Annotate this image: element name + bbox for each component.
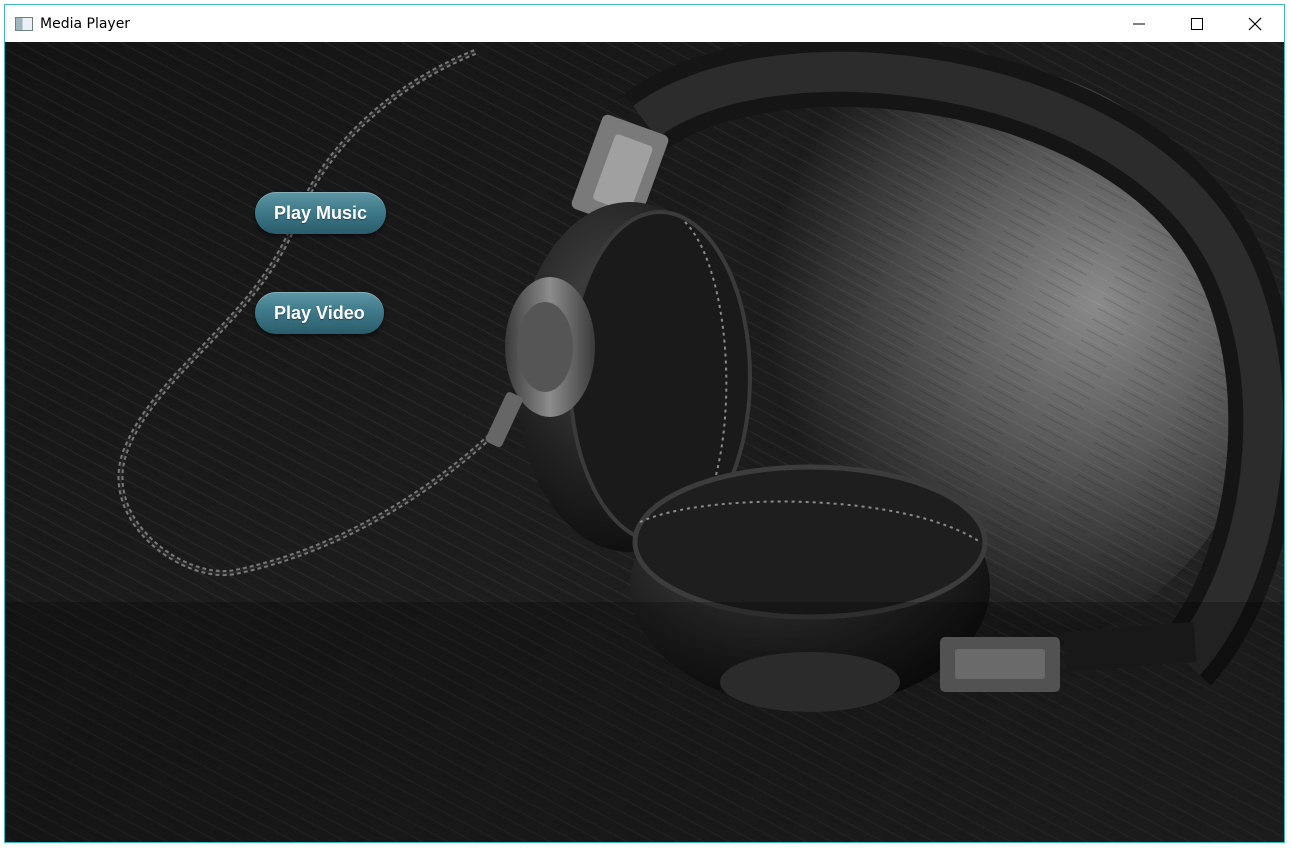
close-button[interactable] [1226,5,1284,42]
app-icon [15,16,33,31]
play-video-button[interactable]: Play Video [255,292,384,334]
media-player-window: Media Player Play Music Play Video [4,4,1285,843]
play-music-button[interactable]: Play Music [255,192,387,234]
title-bar[interactable]: Media Player [5,5,1284,42]
minimize-button[interactable] [1110,5,1168,42]
headphones-background-image [5,42,1284,842]
player-content: Play Music Play Video [5,42,1284,842]
maximize-icon [1191,17,1203,30]
maximize-button[interactable] [1168,5,1226,42]
minimize-icon [1133,23,1145,24]
close-icon [1248,17,1262,30]
window-title: Media Player [40,15,131,32]
window-controls [1110,5,1284,42]
